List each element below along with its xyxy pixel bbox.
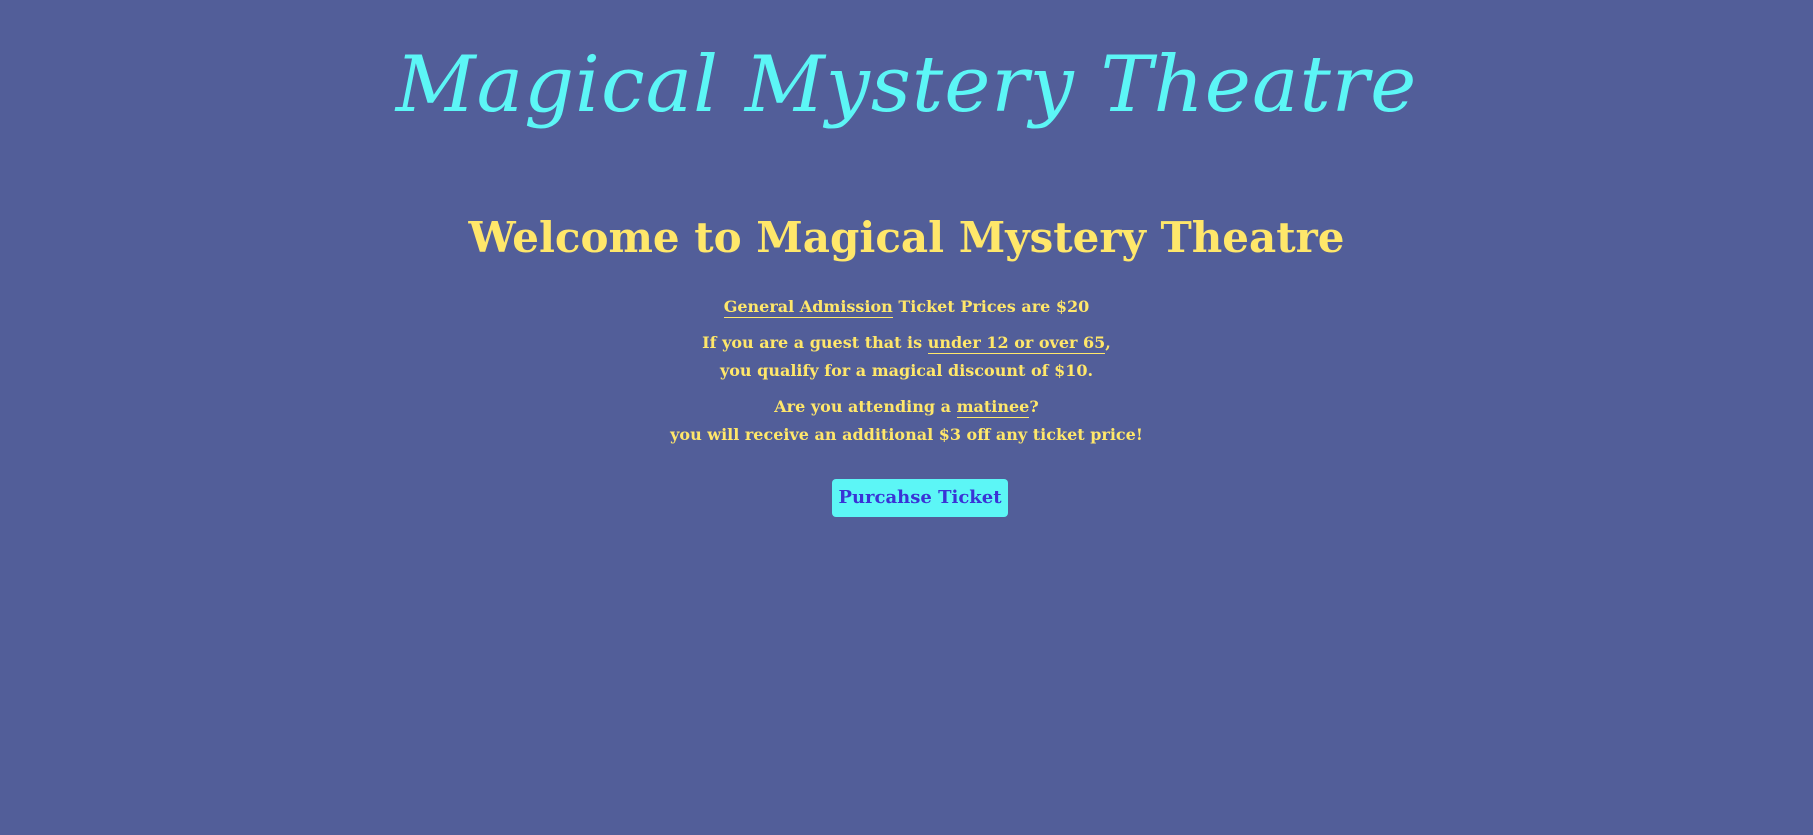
discount-line1-prefix: If you are a guest that is xyxy=(702,333,928,352)
site-title: Magical Mystery Theatre xyxy=(395,40,1418,130)
discount-line2: you qualify for a magical discount of $1… xyxy=(719,361,1094,380)
matinee-line2: you will receive an additional $3 off an… xyxy=(670,425,1143,444)
age-term: under 12 or over 65 xyxy=(927,333,1106,354)
matinee-line1-prefix: Are you attending a xyxy=(774,397,957,416)
pricing-text: General Admission Ticket Prices are $20 xyxy=(0,293,1813,321)
purchase-ticket-button[interactable]: Purcahse Ticket xyxy=(832,479,1008,517)
general-admission-term: General Admission xyxy=(723,297,893,318)
matinee-line1-suffix: ? xyxy=(1029,397,1039,416)
discount-line1-suffix: , xyxy=(1105,333,1111,352)
page: Magical Mystery Theatre Welcome to Magic… xyxy=(0,0,1813,835)
discount-text: If you are a guest that is under 12 or o… xyxy=(0,329,1813,385)
matinee-term: matinee xyxy=(956,397,1030,418)
price-text: Ticket Prices are $20 xyxy=(892,297,1090,316)
welcome-heading: Welcome to Magical Mystery Theatre xyxy=(468,213,1345,262)
matinee-text: Are you attending a matinee? you will re… xyxy=(0,393,1813,449)
